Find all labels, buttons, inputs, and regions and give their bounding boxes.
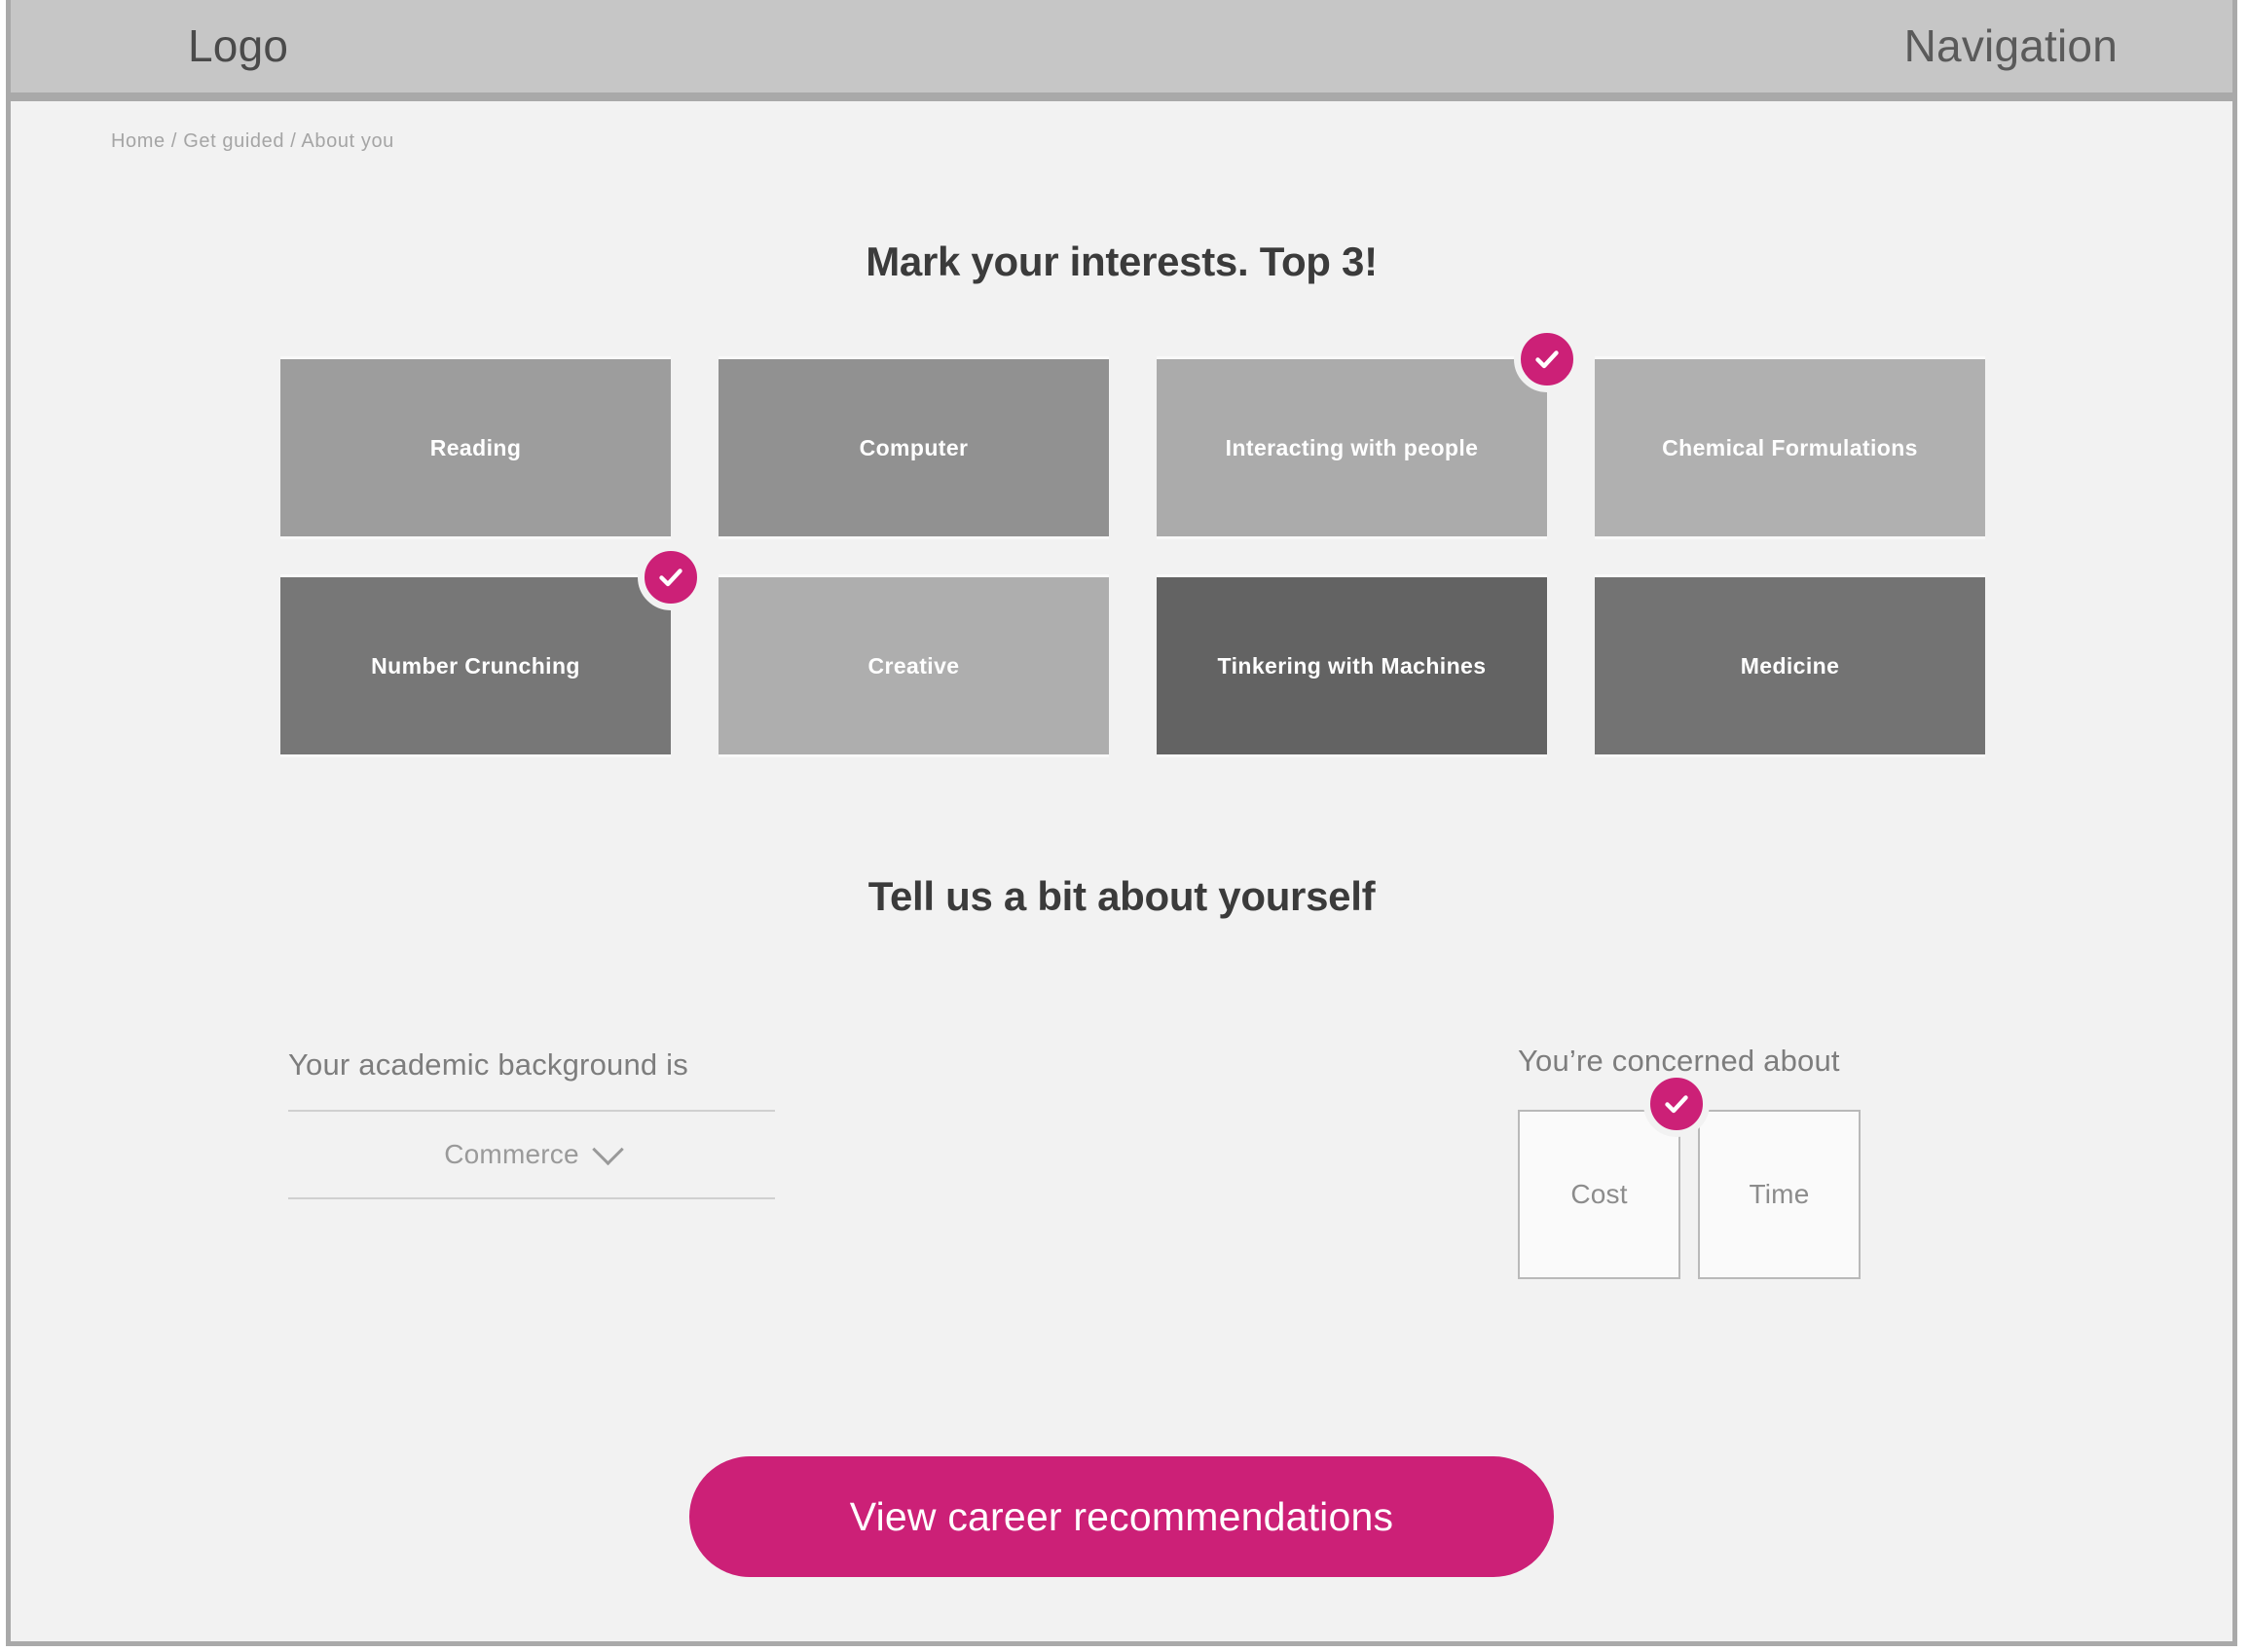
interest-row-2: Number Crunching Creative Tinkering with… — [280, 544, 1994, 754]
page-title-about: Tell us a bit about yourself — [867, 873, 1376, 919]
interest-tile-creative[interactable]: Creative — [719, 577, 1109, 754]
check-icon — [638, 544, 704, 610]
page-title-interests: Mark your interests. Top 3! — [866, 239, 1378, 284]
about-form: Your academic background is Commerce You… — [11, 1030, 2232, 1322]
breadcrumb[interactable]: Home / Get guided / About you — [111, 130, 394, 153]
check-icon — [1514, 326, 1580, 392]
check-icon — [1643, 1071, 1710, 1137]
concern-label: You’re concerned about — [1518, 1044, 1840, 1078]
academic-background-value: Commerce — [444, 1139, 579, 1169]
interest-row-1: Reading Computer Interacting with people… — [280, 326, 1994, 536]
concern-field: You’re concerned about Cost Time — [1518, 1044, 1985, 1279]
interest-tile-tinkering-with-machines[interactable]: Tinkering with Machines — [1157, 577, 1547, 754]
interest-tile-number-crunching[interactable]: Number Crunching — [280, 544, 704, 754]
interest-tile-label: Tinkering with Machines — [1217, 652, 1487, 679]
cta-container: View career recommendations — [11, 1456, 2232, 1577]
interest-tile-label: Computer — [859, 434, 969, 460]
header-bar: Logo Navigation — [11, 0, 2232, 101]
interest-tile-label: Reading — [429, 434, 522, 460]
interest-tile-label: Chemical Formulations — [1662, 434, 1918, 460]
interest-tile-chemical-formulations[interactable]: Chemical Formulations — [1595, 359, 1985, 536]
concern-option-time[interactable]: Time — [1698, 1110, 1861, 1279]
interest-tile-grid: Reading Computer Interacting with people… — [280, 326, 1994, 795]
concern-options: Cost Time — [1518, 1071, 1985, 1279]
interest-tile-computer[interactable]: Computer — [719, 359, 1109, 536]
interest-tile-label: Medicine — [1740, 652, 1840, 679]
concern-option-label: Cost — [1570, 1179, 1628, 1209]
view-career-recommendations-button[interactable]: View career recommendations — [689, 1456, 1554, 1577]
navigation-menu[interactable]: Navigation — [1904, 19, 2118, 72]
concern-option-cost[interactable]: Cost — [1518, 1071, 1710, 1279]
academic-background-field: Your academic background is Commerce — [288, 1047, 775, 1199]
logo[interactable]: Logo — [188, 19, 288, 72]
concern-option-label: Time — [1749, 1179, 1810, 1209]
interest-tile-label: Creative — [867, 652, 960, 679]
interest-tile-reading[interactable]: Reading — [280, 359, 671, 536]
academic-background-select[interactable]: Commerce — [288, 1110, 775, 1199]
interest-tile-interacting-with-people[interactable]: Interacting with people — [1157, 326, 1580, 536]
interest-tile-medicine[interactable]: Medicine — [1595, 577, 1985, 754]
interest-tile-label: Number Crunching — [371, 652, 580, 679]
app-window: Logo Navigation Home / Get guided / Abou… — [6, 0, 2237, 1646]
academic-background-label: Your academic background is — [288, 1047, 688, 1082]
chevron-down-icon — [591, 1133, 624, 1165]
interest-tile-label: Interacting with people — [1225, 434, 1479, 460]
